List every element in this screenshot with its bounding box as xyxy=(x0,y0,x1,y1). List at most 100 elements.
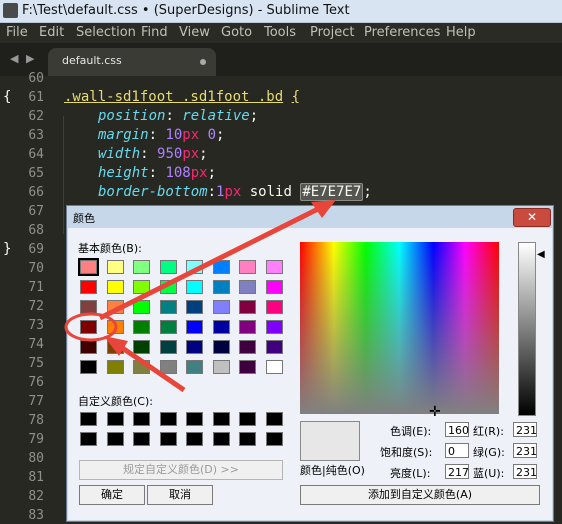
custom-color-swatch[interactable] xyxy=(186,412,203,426)
basic-color-swatch[interactable] xyxy=(186,360,203,374)
basic-color-swatch[interactable] xyxy=(239,360,256,374)
custom-color-swatch[interactable] xyxy=(80,412,97,426)
fold-close-marker[interactable]: } xyxy=(3,241,11,257)
menu-goto[interactable]: Goto xyxy=(221,25,252,40)
tab-scroll-right-icon[interactable]: ▶ xyxy=(26,52,34,65)
basic-color-swatch[interactable] xyxy=(239,280,256,294)
line-number: 60 xyxy=(28,71,44,86)
basic-color-swatch[interactable] xyxy=(106,300,124,314)
basic-color-swatch[interactable] xyxy=(106,340,124,354)
red-input[interactable]: 231 xyxy=(513,422,537,437)
blue-input[interactable]: 231 xyxy=(513,464,537,479)
basic-color-swatch[interactable] xyxy=(80,300,97,314)
custom-color-swatch[interactable] xyxy=(265,432,283,446)
menu-file[interactable]: File xyxy=(6,25,28,40)
custom-color-swatch[interactable] xyxy=(133,412,150,426)
cancel-button[interactable]: 取消 xyxy=(147,485,213,505)
basic-color-swatch[interactable] xyxy=(186,320,203,334)
custom-color-swatch[interactable] xyxy=(106,432,124,446)
custom-color-swatch[interactable] xyxy=(159,412,177,426)
unsaved-dot-icon[interactable] xyxy=(200,59,206,65)
custom-color-swatch[interactable] xyxy=(80,432,97,446)
basic-color-swatch[interactable] xyxy=(159,360,177,374)
basic-color-swatch[interactable] xyxy=(133,320,150,334)
basic-color-swatch[interactable] xyxy=(106,320,124,334)
basic-color-swatch[interactable] xyxy=(212,300,230,314)
basic-color-swatch[interactable] xyxy=(265,280,283,294)
green-input[interactable]: 231 xyxy=(513,443,537,458)
custom-color-swatch[interactable] xyxy=(239,432,256,446)
code-line-66: border-bottom:1px solid #E7E7E7; xyxy=(98,183,372,201)
luminance-arrow-icon[interactable]: ◀ xyxy=(537,249,545,260)
basic-color-swatch[interactable] xyxy=(159,280,177,294)
define-custom-colors-button[interactable]: 规定自定义颜色(D) >> xyxy=(79,460,283,480)
luminance-input[interactable]: 217 xyxy=(445,464,469,479)
basic-color-swatch[interactable] xyxy=(265,260,283,274)
custom-color-swatch[interactable] xyxy=(106,412,124,426)
color-spectrum[interactable] xyxy=(300,242,499,414)
basic-color-swatch[interactable] xyxy=(159,260,177,274)
custom-color-swatch[interactable] xyxy=(265,412,283,426)
menu-help[interactable]: Help xyxy=(446,25,476,40)
basic-color-swatch[interactable] xyxy=(186,260,203,274)
custom-color-swatch[interactable] xyxy=(159,432,177,446)
basic-color-swatch[interactable] xyxy=(106,280,124,294)
menu-tools[interactable]: Tools xyxy=(264,25,296,40)
tab-default-css[interactable]: default.css xyxy=(48,48,216,76)
crosshair-icon[interactable]: ✛ xyxy=(429,404,441,420)
line-number: 76 xyxy=(28,375,44,390)
menu-view[interactable]: View xyxy=(179,25,210,40)
fold-open-marker[interactable]: { xyxy=(3,89,11,105)
custom-color-swatch[interactable] xyxy=(186,432,203,446)
basic-color-swatch[interactable] xyxy=(239,320,256,334)
hue-input[interactable]: 160 xyxy=(445,422,469,437)
basic-color-swatch[interactable] xyxy=(186,340,203,354)
basic-color-swatch[interactable] xyxy=(186,300,203,314)
basic-color-swatch[interactable] xyxy=(212,260,230,274)
custom-color-swatch[interactable] xyxy=(212,432,230,446)
tab-scroll-left-icon[interactable]: ◀ xyxy=(10,52,18,65)
basic-color-swatch[interactable] xyxy=(133,280,150,294)
basic-color-swatch[interactable] xyxy=(78,258,99,276)
menu-preferences[interactable]: Preferences xyxy=(364,25,440,40)
basic-color-swatch[interactable] xyxy=(159,300,177,314)
basic-color-swatch[interactable] xyxy=(80,340,97,354)
menu-find[interactable]: Find xyxy=(141,25,168,40)
basic-color-swatch[interactable] xyxy=(212,320,230,334)
custom-color-swatch[interactable] xyxy=(239,412,256,426)
basic-color-swatch[interactable] xyxy=(239,300,256,314)
basic-color-swatch[interactable] xyxy=(265,340,283,354)
basic-color-swatch[interactable] xyxy=(133,340,150,354)
add-to-custom-colors-button[interactable]: 添加到自定义颜色(A) xyxy=(300,485,540,505)
custom-color-swatch[interactable] xyxy=(212,412,230,426)
menu-edit[interactable]: Edit xyxy=(39,25,64,40)
basic-color-swatch[interactable] xyxy=(265,320,283,334)
close-button[interactable]: ✕ xyxy=(513,208,551,227)
luminance-slider[interactable] xyxy=(518,242,536,416)
basic-color-swatch[interactable] xyxy=(186,280,203,294)
basic-color-swatch[interactable] xyxy=(159,320,177,334)
basic-color-swatch[interactable] xyxy=(133,300,150,314)
basic-color-swatch[interactable] xyxy=(239,260,256,274)
menu-selection[interactable]: Selection xyxy=(76,25,136,40)
basic-color-swatch[interactable] xyxy=(106,260,124,274)
basic-color-swatch[interactable] xyxy=(239,340,256,354)
basic-color-swatch[interactable] xyxy=(106,360,124,374)
basic-color-swatch[interactable] xyxy=(265,300,283,314)
basic-color-swatch[interactable] xyxy=(80,280,97,294)
saturation-input[interactable]: 0 xyxy=(445,443,469,458)
basic-color-swatch[interactable] xyxy=(212,360,230,374)
basic-color-swatch[interactable] xyxy=(80,360,97,374)
ok-button[interactable]: 确定 xyxy=(79,485,145,505)
basic-color-swatch[interactable] xyxy=(212,280,230,294)
highlighted-color-value[interactable]: #E7E7E7 xyxy=(300,183,364,201)
menu-project[interactable]: Project xyxy=(310,25,354,40)
basic-color-swatch[interactable] xyxy=(80,320,97,334)
css-selector: .wall-sd1foot .sd1foot .bd xyxy=(64,89,284,105)
custom-color-swatch[interactable] xyxy=(133,432,150,446)
basic-color-swatch[interactable] xyxy=(159,340,177,354)
basic-color-swatch[interactable] xyxy=(133,360,150,374)
basic-color-swatch[interactable] xyxy=(212,340,230,354)
basic-color-swatch[interactable] xyxy=(265,360,283,374)
basic-color-swatch[interactable] xyxy=(133,260,150,274)
